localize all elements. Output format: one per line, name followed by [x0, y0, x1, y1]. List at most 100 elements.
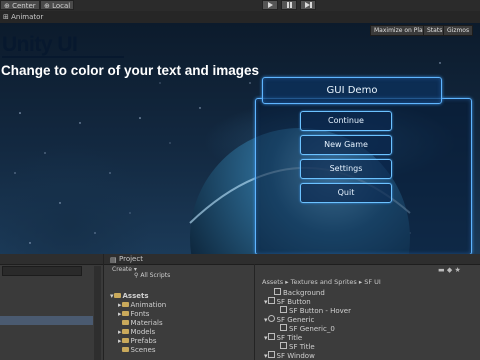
- hierarchy-panel: [0, 254, 104, 360]
- folder-icon: [121, 302, 129, 307]
- asset-sf-button-hover[interactable]: SF Button - Hover: [280, 306, 351, 315]
- folder-icon: [121, 329, 129, 334]
- breadcrumb-textures[interactable]: Textures and Sprites: [291, 278, 357, 286]
- pause-button[interactable]: [281, 0, 297, 10]
- quit-button[interactable]: Quit: [300, 183, 392, 203]
- folder-icon: [121, 320, 129, 325]
- filter-label-icon[interactable]: ◆: [447, 266, 452, 274]
- step-icon: [305, 2, 312, 8]
- center-label: Center: [12, 2, 36, 10]
- asset-sf-generic[interactable]: ▾ SF Generic: [264, 315, 314, 324]
- breadcrumb-sf-ui[interactable]: SF UI: [364, 278, 381, 286]
- step-button[interactable]: [300, 0, 316, 10]
- asset-sf-generic-0[interactable]: SF Generic_0: [280, 324, 335, 333]
- maximize-on-play-button[interactable]: Maximize on Play: [370, 25, 431, 36]
- local-icon: ⊕: [44, 2, 50, 10]
- sprite-icon: [267, 333, 275, 340]
- tree-label: Animation: [130, 301, 167, 309]
- hierarchy-search-input[interactable]: [2, 266, 82, 276]
- pivot-local-button[interactable]: ⊕ Local: [40, 0, 75, 10]
- settings-button[interactable]: Settings: [300, 159, 392, 179]
- expand-arrow-icon: ▸: [118, 337, 122, 345]
- star-icon[interactable]: ★: [454, 266, 460, 274]
- title-underline: [2, 56, 124, 58]
- project-tab-bar: ▤ Project: [104, 254, 480, 265]
- tree-label: Fonts: [130, 310, 150, 318]
- hierarchy-tab-bar: [0, 254, 103, 265]
- folder-icon: [113, 293, 121, 298]
- sprite-icon: [274, 288, 281, 295]
- local-label: Local: [52, 2, 71, 10]
- expand-arrow-icon: ▾: [110, 292, 114, 300]
- asset-label: SF Window: [276, 352, 315, 360]
- tree-label: Scenes: [130, 346, 156, 354]
- asset-label: SF Button: [276, 298, 311, 306]
- animator-tab-label: Animator: [11, 13, 44, 21]
- tree-item-prefabs[interactable]: ▸ Prefabs: [118, 337, 157, 345]
- asset-sf-button[interactable]: ▾ SF Button: [264, 297, 311, 306]
- hierarchy-scrollbar[interactable]: [94, 266, 101, 360]
- hierarchy-selected-row[interactable]: [0, 316, 93, 325]
- asset-label: SF Title: [276, 334, 303, 342]
- gizmos-button[interactable]: Gizmos: [443, 25, 474, 36]
- asset-sf-window[interactable]: ▾ SF Window: [264, 351, 315, 360]
- continue-button[interactable]: Continue: [300, 111, 392, 131]
- play-button[interactable]: [262, 0, 278, 10]
- asset-label: Background: [283, 289, 325, 297]
- center-icon: ⊕: [4, 2, 10, 10]
- expand-arrow-icon: ▸: [118, 328, 122, 336]
- asset-sf-title[interactable]: ▾ SF Title: [264, 333, 302, 342]
- new-game-button[interactable]: New Game: [300, 135, 392, 155]
- game-view: Maximize on Play Stats Gizmos Unity UI C…: [0, 23, 480, 254]
- breadcrumb-assets[interactable]: Assets: [262, 278, 283, 286]
- sprite-icon: [267, 297, 275, 304]
- asset-background[interactable]: Background: [274, 288, 325, 297]
- tree-item-scenes[interactable]: ▸Scenes: [118, 346, 156, 354]
- breadcrumb: Assets ▸ Textures and Sprites ▸ SF UI: [262, 278, 381, 286]
- game-tab-bar: ⊞ Animator: [0, 11, 480, 23]
- project-tab-label[interactable]: Project: [119, 255, 143, 263]
- tree-item-models[interactable]: ▸ Models: [118, 328, 155, 336]
- sprite-icon: [280, 342, 287, 349]
- asset-sf-title-sprite[interactable]: SF Title: [280, 342, 315, 351]
- asset-label: SF Title: [289, 343, 315, 351]
- folder-icon: [121, 338, 129, 343]
- sprite-icon: [267, 351, 275, 358]
- asset-label: SF Button - Hover: [289, 307, 351, 315]
- folder-icon: [121, 347, 129, 352]
- tree-item-materials[interactable]: ▸Materials: [118, 319, 163, 327]
- folder-icon: [121, 311, 129, 316]
- play-icon: [268, 2, 273, 8]
- pivot-center-button[interactable]: ⊕ Center: [0, 0, 40, 10]
- asset-label: SF Generic: [276, 316, 315, 324]
- expand-arrow-icon: ▸: [118, 301, 122, 309]
- all-scripts-label: All Scripts: [140, 272, 171, 279]
- filter-icons: ▬ ◆ ★: [438, 266, 461, 274]
- tree-item-animation[interactable]: ▸ Animation: [118, 301, 166, 309]
- create-label: Create: [112, 266, 132, 273]
- tree-label: Materials: [130, 319, 163, 327]
- project-panel: ▤ Project Create ▾ ⚲ All Scripts ▾ Assets…: [104, 254, 480, 360]
- overlay-title: Unity UI: [2, 33, 78, 56]
- project-icon: ▤: [110, 256, 117, 264]
- sprite-icon: [280, 324, 287, 331]
- expand-arrow-icon: ▸: [118, 310, 122, 318]
- tree-label: Assets: [122, 292, 149, 300]
- gui-demo-title: GUI Demo: [262, 77, 442, 104]
- overlay-subtitle: Change to color of your text and images: [1, 63, 260, 78]
- tree-item-fonts[interactable]: ▸ Fonts: [118, 310, 149, 318]
- pause-icon: [287, 2, 292, 8]
- expand-arrow-icon: ▾: [264, 316, 268, 324]
- texture-icon: [267, 315, 275, 322]
- tree-label: Models: [130, 328, 156, 336]
- breadcrumb-separator-icon: ▸: [285, 278, 289, 286]
- animator-icon: ⊞: [3, 13, 9, 21]
- tree-label: Prefabs: [130, 337, 157, 345]
- asset-label: SF Generic_0: [289, 325, 335, 333]
- filter-type-icon[interactable]: ▬: [438, 266, 445, 274]
- panel-divider: [254, 264, 255, 360]
- all-scripts-item[interactable]: ⚲ All Scripts: [134, 272, 170, 279]
- tree-item-assets[interactable]: ▾ Assets: [110, 292, 149, 300]
- sprite-icon: [280, 306, 287, 313]
- tab-animator[interactable]: ⊞ Animator: [3, 13, 43, 21]
